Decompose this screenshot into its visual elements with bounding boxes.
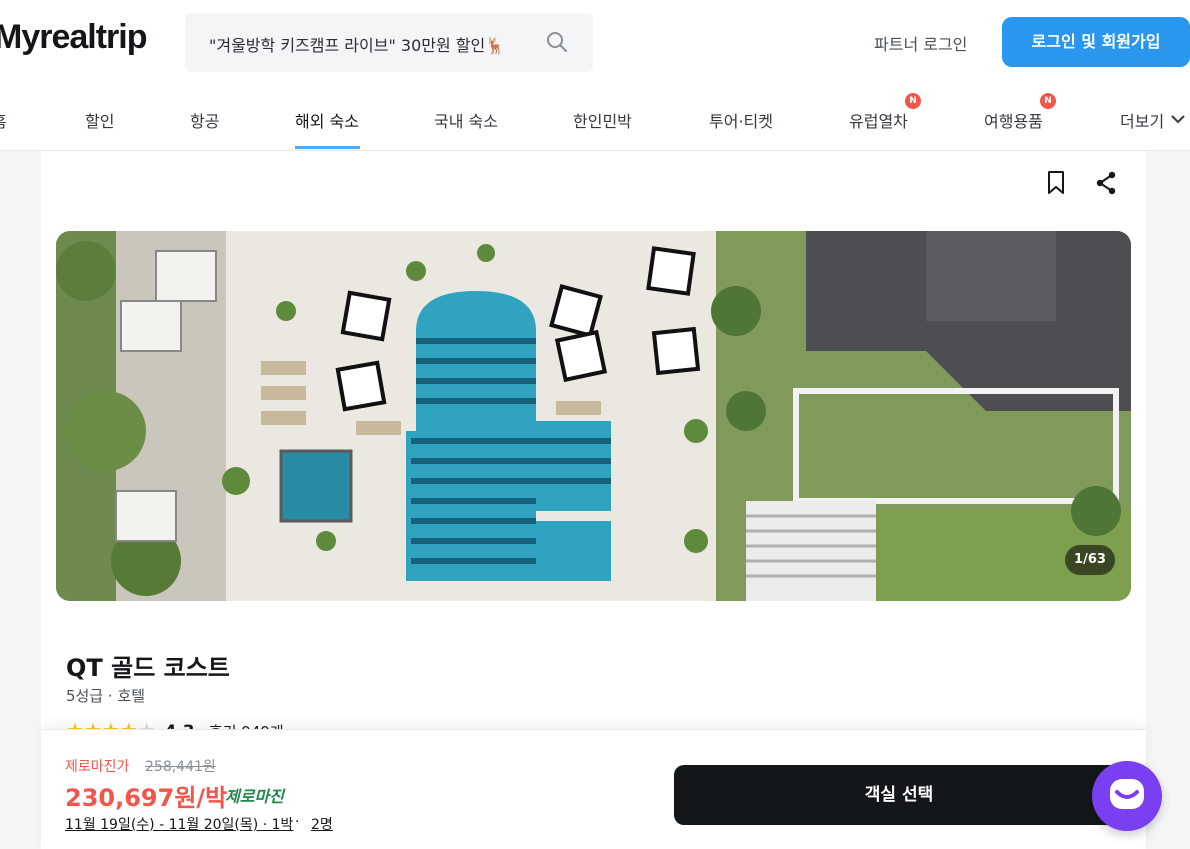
original-price: 258,441원 <box>145 759 216 775</box>
myrealtrip-logo[interactable]: Myrealtrip <box>0 18 147 57</box>
new-badge: N <box>905 93 921 109</box>
hotel-aerial-image <box>56 231 1131 601</box>
guest-selector[interactable]: 2명 <box>311 814 333 834</box>
hotel-category: 5성급 · 호텔 <box>66 687 146 705</box>
share-icon[interactable] <box>1094 170 1118 196</box>
nav-item-home[interactable]: 홈 <box>0 108 7 132</box>
select-room-button[interactable]: 객실 선택 <box>674 765 1124 825</box>
separator: · <box>295 814 300 830</box>
nav-item-overseas-stay[interactable]: 해외 숙소 <box>295 108 359 132</box>
nav-item-europe-train[interactable]: 유럽열차 <box>849 108 908 132</box>
category-nav: 홈 할인 항공 해외 숙소 국내 숙소 한인민박 투어·티켓 유럽열차 N 여행… <box>0 86 1190 151</box>
nav-item-korean-minbak[interactable]: 한인민박 <box>573 108 632 132</box>
search-icon[interactable] <box>545 30 569 54</box>
chat-button[interactable] <box>1092 761 1162 831</box>
login-signup-button[interactable]: 로그인 및 회원가입 <box>1002 17 1190 67</box>
nav-item-discount[interactable]: 할인 <box>85 108 114 132</box>
zero-margin-label: 제로마진가 <box>65 759 130 775</box>
nav-item-flights[interactable]: 항공 <box>190 108 219 132</box>
booking-bar: 제로마진가 258,441원 230,697원/박 제로마진 11월 19일(수… <box>41 729 1146 849</box>
bookmark-icon[interactable] <box>1044 170 1068 196</box>
nav-item-domestic-stay[interactable]: 국내 숙소 <box>434 108 498 132</box>
partner-login-link[interactable]: 파트너 로그인 <box>874 31 967 55</box>
nav-item-tours-tickets[interactable]: 투어·티켓 <box>709 108 773 132</box>
chevron-down-icon[interactable] <box>1170 111 1186 127</box>
zero-margin-tag: 제로마진 <box>225 787 284 806</box>
hotel-photo[interactable]: 1/63 <box>56 231 1131 601</box>
nav-item-more[interactable]: 더보기 <box>1120 108 1164 132</box>
active-tab-indicator <box>295 146 360 149</box>
hotel-title: QT 골드 코스트 <box>66 654 230 682</box>
nightly-price: 230,697원/박 <box>65 784 228 812</box>
header: Myrealtrip "겨울방학 키즈캠프 라이브" 30만원 할인🦌 파트너 … <box>0 0 1190 86</box>
search-input[interactable]: "겨울방학 키즈캠프 라이브" 30만원 할인🦌 <box>209 32 505 56</box>
new-badge: N <box>1040 93 1056 109</box>
nav-item-travel-goods[interactable]: 여행용품 <box>984 108 1043 132</box>
search-box[interactable]: "겨울방학 키즈캠프 라이브" 30만원 할인🦌 <box>185 13 593 72</box>
chat-icon <box>1110 779 1144 809</box>
photo-counter[interactable]: 1/63 <box>1065 545 1115 575</box>
date-selector[interactable]: 11월 19일(수) - 11월 20일(목) · 1박 <box>65 814 293 834</box>
